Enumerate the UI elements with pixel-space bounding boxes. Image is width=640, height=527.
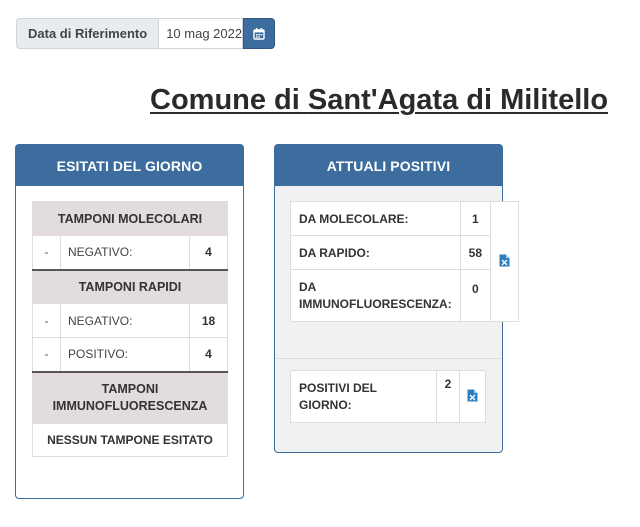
excel-file-icon[interactable] (499, 254, 510, 267)
row-value: 4 (189, 235, 228, 270)
table-row: DA MOLECOLARE: 1 (290, 201, 519, 322)
calendar-icon (253, 28, 265, 40)
positivi-giorno-table: POSITIVI DEL GIORNO: 2 (290, 370, 486, 423)
row-value: 2 (436, 370, 460, 423)
section-header-rapidi: TAMPONI RAPIDI (32, 268, 228, 304)
title-prefix: Comune di (150, 84, 308, 116)
esitati-panel-header: ESITATI DEL GIORNO (16, 145, 243, 186)
section-header-molecolari: TAMPONI MOLECOLARI (32, 201, 228, 236)
attuali-table: DA MOLECOLARE: 1 DA RAPIDO: 58 DA IMMUNO… (290, 201, 519, 322)
row-dash: - (32, 337, 61, 372)
divider (275, 358, 502, 359)
table-row: - POSITIVO: 4 (32, 337, 228, 372)
row-value: 18 (189, 303, 228, 338)
esitati-panel: ESITATI DEL GIORNO TAMPONI MOLECOLARI - … (15, 144, 244, 499)
date-filter: Data di Riferimento 10 mag 2022 (16, 18, 276, 49)
empty-text: NESSUN TAMPONE ESITATO (32, 423, 228, 457)
section-title: TAMPONI RAPIDI (32, 268, 228, 304)
attuali-panel: ATTUALI POSITIVI DA MOLECOLARE: 1 DA RAP… (274, 144, 519, 453)
calendar-button[interactable] (243, 18, 276, 49)
page-title: Comune di Sant'Agata di Militello (150, 84, 608, 117)
date-input[interactable]: 10 mag 2022 (158, 18, 244, 49)
table-row: - NEGATIVO: 18 (32, 303, 228, 338)
attuali-panel-header: ATTUALI POSITIVI (275, 145, 502, 186)
row-dash: - (32, 235, 61, 270)
row-value: 58 (459, 235, 492, 270)
row-label: DA MOLECOLARE: (290, 201, 461, 236)
row-label: NEGATIVO: (60, 235, 190, 270)
export-cell[interactable] (459, 370, 486, 423)
row-value: 1 (459, 201, 492, 236)
section-title: TAMPONI IMMUNOFLUORESCENZA (32, 370, 228, 424)
section-header-immunofluorescenza: TAMPONI IMMUNOFLUORESCENZA (32, 370, 228, 424)
export-cell[interactable] (490, 201, 519, 322)
section-title: TAMPONI MOLECOLARI (32, 201, 228, 236)
empty-row: NESSUN TAMPONE ESITATO (32, 423, 228, 457)
row-value: 0 (459, 269, 492, 322)
esitati-table: TAMPONI MOLECOLARI - NEGATIVO: 4 TAMPONI… (32, 201, 228, 457)
title-municipality: Sant'Agata di Militello (307, 84, 609, 116)
row-label: NEGATIVO: (60, 303, 190, 338)
row-label: POSITIVI DEL GIORNO: (290, 370, 437, 423)
row-label: POSITIVO: (60, 337, 190, 372)
row-label: DA IMMUNOFLUORESCENZA: (290, 269, 461, 322)
table-row: POSITIVI DEL GIORNO: 2 (290, 370, 486, 423)
table-row: - NEGATIVO: 4 (32, 235, 228, 270)
row-dash: - (32, 303, 61, 338)
table-row: DA IMMUNOFLUORESCENZA: 0 (290, 269, 519, 322)
row-label: DA RAPIDO: (290, 235, 461, 270)
table-row: DA RAPIDO: 58 (290, 235, 519, 270)
date-label: Data di Riferimento (16, 18, 159, 49)
row-value: 4 (189, 337, 228, 372)
excel-file-icon[interactable] (467, 389, 478, 402)
